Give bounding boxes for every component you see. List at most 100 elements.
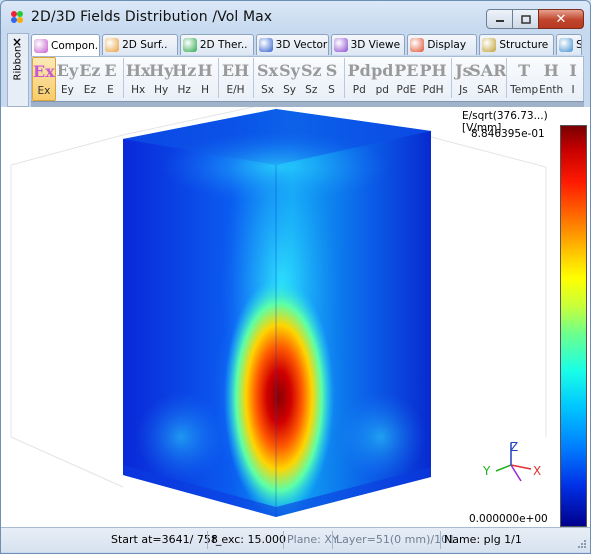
app-logo-icon [11, 11, 23, 23]
tool-label: PdE [396, 84, 417, 96]
tool-hx-button[interactable]: Hx Hx [125, 57, 151, 99]
tab-3[interactable]: 2D Ther.. [179, 34, 254, 55]
app-window: 2D/3D Fields Distribution /Vol Max ✕ × R… [0, 0, 591, 554]
tool-label: H [201, 84, 210, 96]
display-icon [410, 38, 425, 52]
toolbar-separator [450, 58, 452, 98]
tab-4[interactable]: 3D Vector [255, 34, 329, 55]
tool-sz-button[interactable]: Sz Sz [301, 57, 322, 99]
thermal-icon [182, 38, 197, 52]
tab-label: 2D Ther.. [199, 39, 248, 51]
title-bar[interactable]: 2D/3D Fields Distribution /Vol Max ✕ [1, 1, 590, 33]
tool-glyph: Hx [125, 61, 151, 80]
tool-glyph: E [104, 61, 117, 80]
tool-sar-button[interactable]: SAR SAR [469, 57, 506, 99]
tool-glyph: S [325, 61, 338, 80]
toolbar-separator [506, 58, 508, 98]
tool-glyph: PE [394, 61, 419, 80]
toolbar-separator [344, 58, 346, 98]
tool-h-button[interactable]: HH [196, 57, 214, 99]
tool-ex-button[interactable]: Ex Ex [32, 57, 56, 101]
colorbar-min-value: 0.000000e+00 [469, 513, 548, 525]
field-view[interactable]: X Y Z E/sqrt(376.73...) [V/mm] 8.846395e… [1, 101, 590, 527]
field-render[interactable]: X Y Z [1, 101, 590, 527]
resize-grip-icon[interactable] [577, 539, 587, 549]
tool-glyph: Ey [56, 61, 79, 80]
tool-sx-button[interactable]: Sx Sx [257, 57, 278, 99]
tool-label: Hx [131, 84, 146, 96]
tool-ey-button[interactable]: Ey Ey [57, 57, 79, 99]
tab-label: 2D Surf.. [122, 39, 168, 51]
status-f-exc: f_exc: 15.000 [212, 533, 287, 546]
tool-hy-button[interactable]: Hy Hy [148, 57, 174, 99]
tool-label: Hy [154, 84, 169, 96]
tool-hz-button[interactable]: Hz Hz [172, 57, 197, 99]
component-toolbar: Ex Ex Ey Ey Ez Ez E E Hx Hx Hy Hy Hz Hz H H EH E/H Sx Sx Sy S… [31, 56, 584, 102]
toolbar-separator [253, 58, 254, 98]
tool-sy-button[interactable]: Sy Sy [279, 57, 300, 99]
tab-6[interactable]: Display [407, 34, 478, 55]
tool-s-button[interactable]: SS [323, 57, 341, 99]
tab-label: S [576, 39, 581, 51]
maximize-button[interactable] [512, 9, 539, 29]
x-axis-label: X [533, 464, 541, 478]
more-icon [559, 38, 574, 52]
tool-label: Js [459, 84, 468, 96]
tool-label: SAR [477, 84, 499, 96]
status-start: Start at=3641/ 758 [111, 533, 218, 546]
tab-label: Compon. [51, 39, 99, 52]
tool-temp-button[interactable]: T Temp [510, 57, 538, 99]
tool-label: Ey [61, 84, 74, 96]
tool-pd-button[interactable]: pd pd [371, 57, 393, 99]
tool-ez-button[interactable]: Ez Ez [79, 57, 100, 99]
y-axis-label: Y [482, 464, 491, 478]
tool-label: S [328, 84, 335, 96]
tab-strip: Compon. 2D Surf.. 2D Ther.. 3D Vector 3D Vie… [31, 34, 584, 56]
ribbon-panel: × Ribbon [7, 33, 29, 107]
tool-enth-button[interactable]: H Enth [539, 57, 563, 99]
tool-label: Sy [283, 84, 296, 96]
axis-triad: X Y Z [482, 440, 541, 482]
tool-label: Pd [352, 84, 366, 96]
tab-5[interactable]: 3D Viewe [330, 34, 406, 55]
status-plane: Plane: XY [287, 533, 339, 546]
tab-1[interactable]: Compon. [31, 34, 101, 56]
tool-glyph: Hy [148, 61, 174, 80]
tool-label: Sz [305, 84, 318, 96]
maximize-icon [520, 14, 531, 24]
status-bar: Start at=3641/ 758 f_exc: 15.000 Plane: … [1, 527, 590, 552]
tool-i-button[interactable]: II [564, 57, 582, 99]
tool-pd-button[interactable]: Pd Pd [347, 57, 371, 99]
close-button[interactable]: ✕ [538, 9, 584, 29]
tab-label: 3D Viewe [350, 39, 401, 51]
tool-glyph: Pd [347, 61, 371, 80]
tool-glyph: Ex [33, 62, 55, 81]
tool-label: E/H [226, 84, 245, 96]
tool-glyph: Hz [172, 61, 197, 80]
tool-label: Hz [177, 84, 191, 96]
tab-8[interactable]: S [556, 34, 582, 55]
minimize-button[interactable] [486, 9, 513, 29]
tool-pdh-button[interactable]: PH PdH [419, 57, 446, 99]
tool-glyph: Sx [256, 61, 279, 80]
tool-pde-button[interactable]: PE PdE [394, 57, 418, 99]
tool-glyph: Ez [79, 61, 101, 80]
tool-label: pd [375, 84, 389, 96]
close-icon: ✕ [555, 11, 567, 27]
tab-2[interactable]: 2D Surf.. [102, 34, 178, 55]
tool-e-button[interactable]: EE [102, 57, 120, 99]
tool-label: Ez [83, 84, 96, 96]
status-layer: Layer=51(0 mm)/101 [336, 533, 456, 546]
tool-glyph: Sz [300, 61, 322, 80]
ribbon-label[interactable]: Ribbon [13, 46, 24, 81]
tool-label: Enth [539, 84, 564, 96]
vector-icon [258, 38, 273, 52]
window-title: 2D/3D Fields Distribution /Vol Max [31, 9, 273, 25]
tool-glyph: pd [371, 61, 394, 80]
tool-glyph: T [518, 61, 531, 80]
tool-label: PdH [422, 84, 444, 96]
tab-7[interactable]: Structure [479, 34, 555, 55]
tool-eh-button[interactable]: EH E/H [222, 57, 249, 99]
component-icon [34, 38, 48, 53]
minimize-icon [495, 20, 504, 22]
